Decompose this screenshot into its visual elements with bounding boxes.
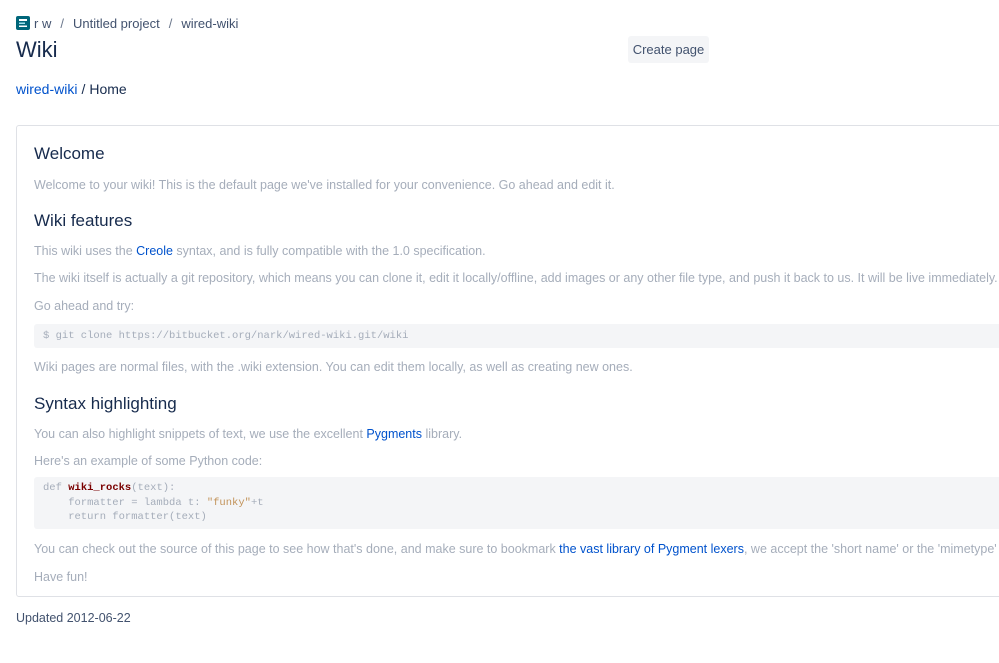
code-signature: (text): [131,482,176,494]
create-page-button[interactable]: Create page [628,36,709,63]
source-text-after: , we accept the 'short name' or the 'mim… [743,542,999,556]
wiki-current-page: Home [89,81,127,97]
code-line: def wiki_rocks(text): [43,481,999,496]
code-line: formatter = lambda t: "funky"+t [43,496,999,511]
project-logo-icon [16,16,30,30]
source-text-before: You can check out the source of this pag… [34,542,560,556]
heading-welcome: Welcome [34,144,105,163]
welcome-paragraph: Welcome to your wiki! This is the defaul… [34,178,615,192]
code-string: "funky" [206,496,251,509]
heading-syntax-highlighting: Syntax highlighting [34,394,177,413]
breadcrumb-workspace-link[interactable]: r w [34,16,51,31]
highlight-text-before: You can also highlight snippets of text,… [34,427,367,441]
highlight-text-after: library. [422,427,463,441]
have-fun-paragraph: Have fun! [34,570,88,584]
breadcrumb-separator: / [168,15,173,31]
creole-text-after: syntax, and is fully compatible with the… [172,244,486,258]
example-paragraph: Here's an example of some Python code: [34,454,263,468]
pygments-link[interactable]: Pygments [366,427,422,441]
wiki-repo-link[interactable]: wired-wiki [16,81,77,97]
breadcrumb-repo-link[interactable]: wired-wiki [181,16,238,31]
highlight-paragraph: You can also highlight snippets of text,… [34,426,462,442]
code-line: $ git clone https://bitbucket.org/nark/w… [43,330,409,342]
code-keyword: def [43,482,69,494]
source-paragraph: You can check out the source of this pag… [34,541,999,557]
wiki-path-separator: / [81,81,86,97]
breadcrumb-project-link[interactable]: Untitled project [73,16,160,31]
creole-link[interactable]: Creole [136,244,173,258]
creole-paragraph: This wiki uses the Creole syntax, and is… [34,243,486,259]
creole-text-before: This wiki uses the [34,244,137,258]
page-title: Wiki [16,37,58,62]
code-text: +t [250,496,264,509]
breadcrumb: r w / Untitled project / wired-wiki [16,14,238,32]
heading-wiki-features: Wiki features [34,211,133,230]
code-line: return formatter(text) [43,511,207,523]
code-text: formatter = lambda t: [43,496,207,509]
wiki-pages-paragraph: Wiki pages are normal files, with the .w… [34,360,633,374]
git-paragraph: The wiki itself is actually a git reposi… [34,271,998,285]
pygment-lexers-link[interactable]: the vast library of Pygment lexers [559,542,744,556]
code-function-name: wiki_rocks [68,482,132,494]
updated-date: Updated 2012-06-22 [16,611,131,625]
python-code-block: def wiki_rocks(text): formatter = lambda… [34,477,999,529]
breadcrumb-separator: / [60,15,64,31]
wiki-content-panel: Welcome Welcome to your wiki! This is th… [16,125,999,597]
git-clone-code-block: $ git clone https://bitbucket.org/nark/w… [34,324,999,348]
try-paragraph: Go ahead and try: [34,299,135,313]
wiki-path: wired-wiki / Home [16,80,127,98]
